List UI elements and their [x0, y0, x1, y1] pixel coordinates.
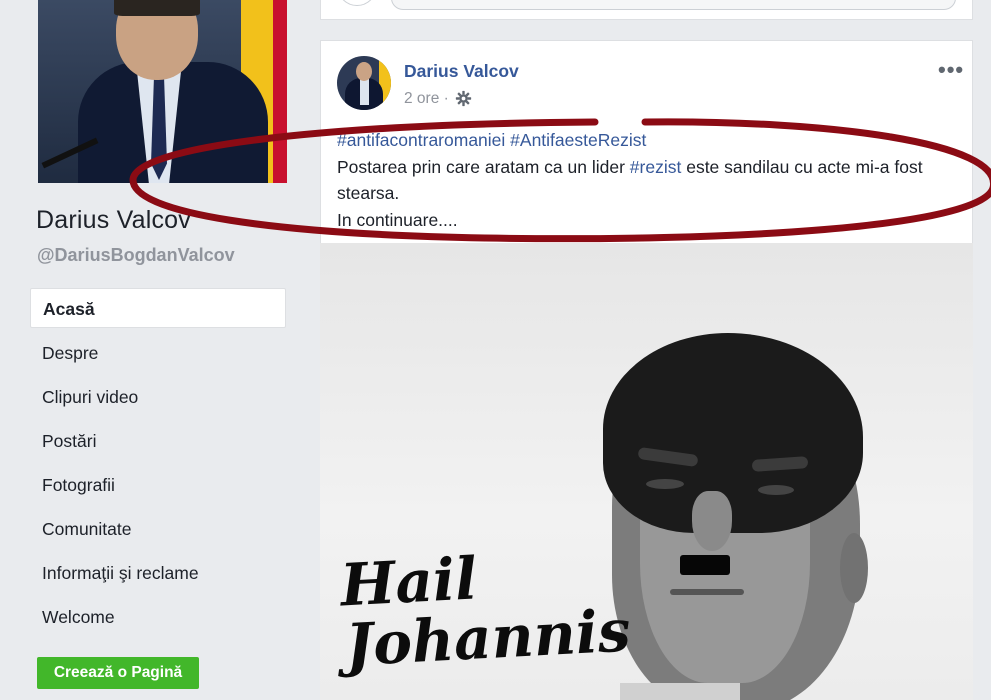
hashtag-link[interactable]: #antifacontraromaniei: [337, 130, 505, 150]
page-name[interactable]: Darius Valcov: [36, 206, 191, 235]
hashtag-link[interactable]: #rezist: [630, 157, 682, 177]
profile-photo[interactable]: [38, 0, 287, 183]
composer-card: [320, 0, 973, 20]
gear-icon[interactable]: [455, 90, 472, 107]
image-caption-line2: Johannis: [343, 596, 633, 680]
nav-item-informatii-reclame[interactable]: Informaţii şi reclame: [30, 552, 286, 596]
composer-avatar[interactable]: [337, 0, 377, 6]
nav-item-fotografii[interactable]: Fotografii: [30, 464, 286, 508]
post-text: #antifacontraromaniei #AntifaesteRezist …: [337, 127, 967, 233]
post-author-avatar[interactable]: [337, 56, 391, 110]
nav-item-comunitate[interactable]: Comunitate: [30, 508, 286, 552]
nav-item-clipuri-video[interactable]: Clipuri video: [30, 376, 286, 420]
post-author-name[interactable]: Darius Valcov: [404, 61, 519, 82]
hashtag-link[interactable]: #AntifaesteRezist: [510, 130, 646, 150]
nav-item-postari[interactable]: Postări: [30, 420, 286, 464]
nav-item-acasa[interactable]: Acasă: [30, 288, 286, 328]
composer-input[interactable]: [391, 0, 956, 10]
post-timestamp[interactable]: 2 ore ·: [404, 90, 449, 108]
see-more-text: In continuare....: [337, 209, 458, 230]
more-options-icon[interactable]: •••: [938, 59, 964, 81]
page-handle[interactable]: @DariusBogdanValcov: [37, 245, 235, 266]
nav-item-despre[interactable]: Despre: [30, 332, 286, 376]
nav-item-welcome[interactable]: Welcome: [30, 596, 286, 640]
post-text-segment: Postarea prin care aratam ca un lider: [337, 156, 630, 177]
image-caption: Hail Johannis: [339, 541, 633, 680]
page-nav: Acasă Despre Clipuri video Postări Fotog…: [30, 288, 286, 640]
create-page-button[interactable]: Creează o Pagină: [37, 657, 199, 689]
post-image[interactable]: Hail Johannis: [320, 243, 973, 700]
left-sidebar: Darius Valcov @DariusBogdanValcov Acasă …: [0, 0, 302, 700]
